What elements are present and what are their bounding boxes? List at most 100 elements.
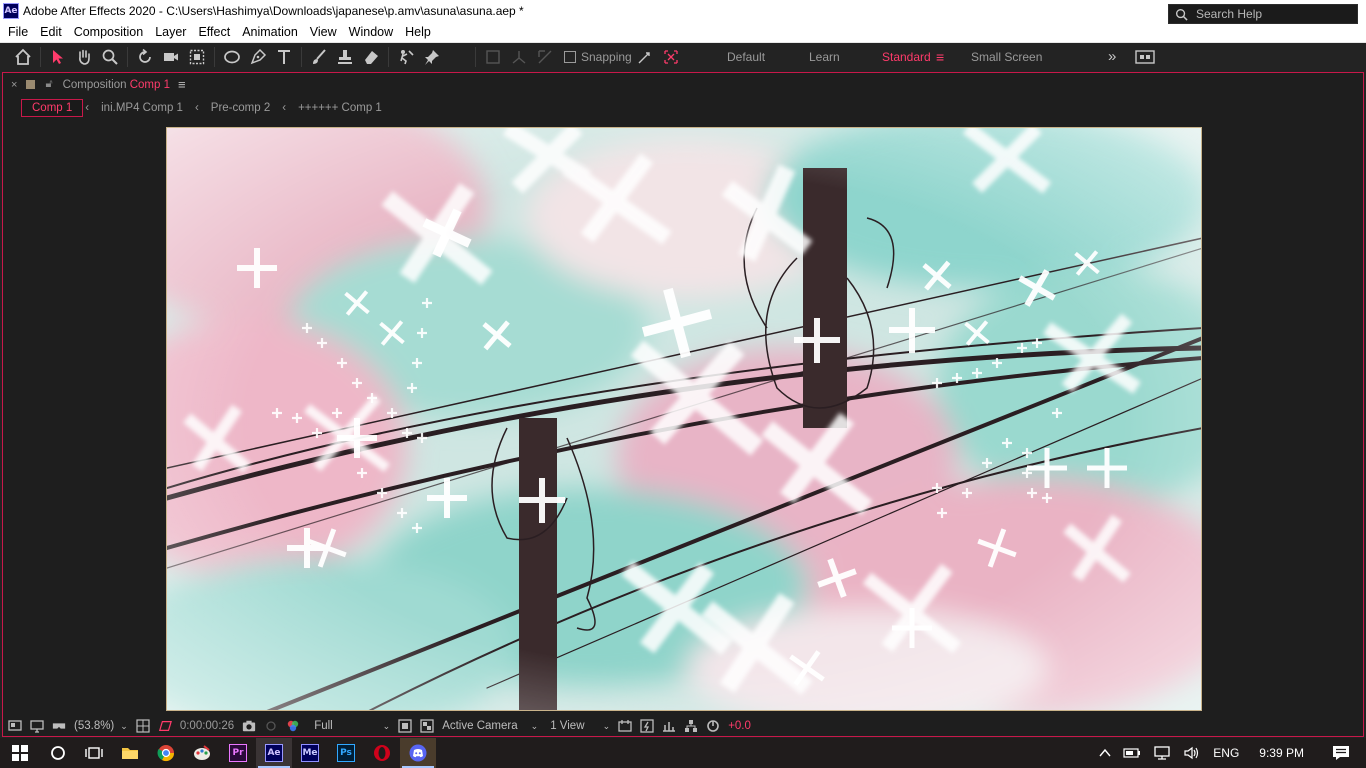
more-workspaces-button[interactable]: » [1108, 42, 1116, 70]
safe-margins-icon[interactable] [136, 719, 150, 733]
zoom-tool-icon[interactable] [97, 44, 123, 70]
menu-view[interactable]: View [304, 25, 343, 39]
notifications-icon[interactable] [1332, 745, 1350, 761]
type-tool-icon[interactable] [271, 44, 297, 70]
view-axis-mode-icon[interactable] [532, 44, 558, 70]
breadcrumb-pre-comp-2[interactable]: Pre-comp 2 [201, 99, 280, 117]
discord-icon[interactable] [400, 738, 436, 768]
file-explorer-icon[interactable] [112, 738, 148, 768]
monitor-icon[interactable] [30, 719, 44, 733]
search-circle-icon[interactable] [40, 738, 76, 768]
opera-icon[interactable] [364, 738, 400, 768]
composition-panel: × 🔓︎ Composition Comp 1 ≡ Comp 1 ‹ ini.M… [2, 72, 1364, 737]
snap-edges-icon[interactable] [632, 44, 658, 70]
breadcrumb-ini-mp4-comp-1[interactable]: ini.MP4 Comp 1 [91, 99, 193, 117]
snapping-checkbox[interactable] [564, 51, 576, 63]
local-axis-mode-icon[interactable] [480, 44, 506, 70]
toggle-pixel-aspect-icon[interactable] [618, 719, 632, 733]
toolbar-separator [127, 47, 128, 67]
pen-tool-icon[interactable] [245, 44, 271, 70]
rotation-tool-icon[interactable] [132, 44, 158, 70]
clone-stamp-tool-icon[interactable] [332, 44, 358, 70]
vr-goggles-icon[interactable] [52, 719, 66, 733]
timeline-icon[interactable] [662, 719, 676, 733]
menu-animation[interactable]: Animation [236, 25, 304, 39]
snap-features-icon[interactable] [658, 44, 684, 70]
ellipse-tool-icon[interactable] [219, 44, 245, 70]
paint-app-icon[interactable] [184, 738, 220, 768]
flowchart-icon[interactable] [684, 719, 698, 733]
toolbar-separator [301, 47, 302, 67]
after-effects-taskbar-icon[interactable]: Ae [256, 738, 292, 768]
roto-brush-tool-icon[interactable] [393, 44, 419, 70]
resolution-dropdown[interactable]: Full ⌄ [314, 720, 390, 732]
color-channels-icon[interactable] [286, 719, 300, 733]
home-icon[interactable] [10, 44, 36, 70]
view-layout-dropdown[interactable]: 1 View ⌄ [550, 720, 610, 732]
puppet-pin-tool-icon[interactable] [419, 44, 445, 70]
always-preview-icon[interactable] [8, 719, 22, 733]
brush-tool-icon[interactable] [306, 44, 332, 70]
workspace-menu-icon[interactable]: ≡ [936, 43, 944, 71]
chevron-down-icon: ⌄ [120, 720, 128, 731]
view-layout-value: 1 View [550, 720, 585, 732]
world-axis-mode-icon[interactable] [506, 44, 532, 70]
search-help-field[interactable]: Search Help [1168, 4, 1358, 24]
selection-tool-icon[interactable] [45, 44, 71, 70]
windows-start-icon[interactable] [0, 738, 40, 768]
transparency-grid-icon[interactable] [420, 719, 434, 733]
show-snapshot-icon[interactable] [264, 719, 278, 733]
panel-menu-icon[interactable]: ≡ [178, 77, 186, 92]
workspace-small-screen[interactable]: Small Screen [971, 43, 1042, 71]
panel-title-prefix: Composition [62, 78, 127, 91]
menu-layer[interactable]: Layer [149, 25, 192, 39]
chevron-left-icon: ‹ [282, 102, 287, 114]
workspace-standard[interactable]: Standard [882, 43, 931, 71]
reset-exposure-icon[interactable] [706, 719, 720, 733]
camera-view-dropdown[interactable]: Active Camera ⌄ [442, 720, 538, 732]
exposure-value[interactable]: +0.0 [728, 720, 751, 732]
search-icon [1175, 8, 1188, 21]
hand-tool-icon[interactable] [71, 44, 97, 70]
menu-window[interactable]: Window [343, 25, 399, 39]
magnification-dropdown[interactable]: (53.8%) ⌄ [74, 720, 128, 732]
region-of-interest-icon[interactable] [398, 719, 412, 733]
menu-file[interactable]: File [2, 25, 34, 39]
snapshot-camera-icon[interactable] [242, 719, 256, 733]
breadcrumb-comp-1[interactable]: Comp 1 [21, 99, 84, 117]
viewer-options-bar: (53.8%) ⌄ 0:00:00:26 Full ⌄ Active Camer… [3, 715, 1363, 737]
chevron-down-icon: ⌄ [602, 720, 611, 731]
fast-previews-icon[interactable] [640, 719, 654, 733]
input-language-indicator[interactable]: ENG [1213, 746, 1239, 760]
clock-time[interactable]: 9:39 PM [1259, 746, 1304, 760]
network-icon[interactable] [1153, 746, 1171, 760]
volume-icon[interactable] [1183, 746, 1201, 760]
workspace-learn[interactable]: Learn [809, 43, 840, 71]
lock-icon[interactable]: 🔓︎ [45, 78, 52, 91]
premiere-pro-icon[interactable]: Pr [220, 738, 256, 768]
mask-visibility-icon[interactable] [158, 719, 172, 733]
panel-title-comp[interactable]: Comp 1 [130, 79, 170, 91]
chevron-up-icon[interactable] [1099, 748, 1111, 758]
composition-viewer[interactable] [3, 123, 1363, 714]
close-panel-icon[interactable]: × [11, 79, 17, 91]
menu-effect[interactable]: Effect [192, 25, 236, 39]
menu-help[interactable]: Help [399, 25, 437, 39]
menu-composition[interactable]: Composition [68, 25, 149, 39]
media-encoder-icon[interactable]: Me [292, 738, 328, 768]
current-time-display[interactable]: 0:00:00:26 [180, 720, 234, 732]
breadcrumb-plus-comp-1[interactable]: ++++++ Comp 1 [288, 99, 392, 117]
composition-frame[interactable] [166, 127, 1202, 711]
menu-edit[interactable]: Edit [34, 25, 68, 39]
pan-behind-tool-icon[interactable] [184, 44, 210, 70]
workspace-default[interactable]: Default [727, 43, 765, 71]
battery-icon[interactable] [1123, 747, 1141, 759]
eraser-tool-icon[interactable] [358, 44, 384, 70]
sync-settings-icon[interactable] [1135, 43, 1155, 71]
chrome-icon[interactable] [148, 738, 184, 768]
task-view-icon[interactable] [76, 738, 112, 768]
camera-tool-icon[interactable] [158, 44, 184, 70]
breadcrumb: Comp 1 ‹ ini.MP4 Comp 1 ‹ Pre-comp 2 ‹ +… [21, 99, 392, 117]
photoshop-icon[interactable]: Ps [328, 738, 364, 768]
snapping-toggle[interactable]: Snapping [564, 50, 632, 64]
